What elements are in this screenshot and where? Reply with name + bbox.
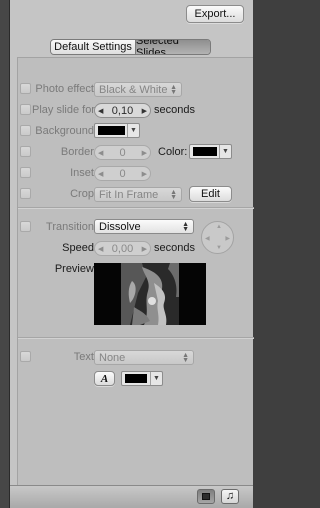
- decrement-arrow-icon[interactable]: ◀: [98, 245, 103, 253]
- speed-value: 0,00: [111, 242, 134, 255]
- increment-arrow-icon[interactable]: ▶: [142, 245, 147, 253]
- increment-arrow-icon[interactable]: ▶: [142, 107, 147, 115]
- border-stepper[interactable]: ◀ 0 ▶: [94, 145, 151, 160]
- transition-value: Dissolve: [99, 220, 141, 233]
- text-checkbox[interactable]: [20, 351, 31, 362]
- border-value: 0: [119, 146, 126, 159]
- speed-label: Speed:: [62, 242, 97, 254]
- border-color-label: Color:: [158, 146, 188, 158]
- music-button[interactable]: ♫: [221, 489, 239, 504]
- music-note-icon: ♫: [225, 490, 235, 502]
- crop-label: Crop:: [70, 188, 97, 200]
- crop-value: Fit In Frame: [99, 188, 159, 201]
- increment-arrow-icon[interactable]: ▶: [142, 170, 147, 178]
- tab-default-settings[interactable]: Default Settings: [51, 40, 136, 54]
- text-popup[interactable]: None ▲ ▼: [94, 350, 194, 365]
- background-checkbox[interactable]: [20, 125, 31, 136]
- text-color-swatch: [125, 374, 147, 383]
- transition-direction-control[interactable]: ▲ ▼ ◀ ▶: [201, 221, 234, 254]
- transition-popup[interactable]: Dissolve ▲ ▼: [94, 219, 194, 234]
- transition-preview-image: [94, 263, 206, 325]
- border-color-well[interactable]: ▼: [189, 144, 232, 159]
- increment-arrow-icon[interactable]: ▶: [142, 149, 147, 157]
- photo-effect-label: Photo effect:: [35, 83, 97, 95]
- speed-stepper[interactable]: ◀ 0,00 ▶: [94, 241, 151, 256]
- section-divider: [18, 207, 254, 208]
- play-slide-value: 0,10: [111, 104, 134, 117]
- chevron-down-icon[interactable]: ▼: [127, 124, 139, 137]
- arrow-left-icon[interactable]: ◀: [205, 235, 210, 242]
- background-label: Background:: [35, 125, 97, 137]
- background-color-well[interactable]: ▼: [94, 123, 140, 138]
- popup-arrows-icon: ▲ ▼: [182, 221, 189, 233]
- photo-effect-popup[interactable]: Black & White ▲ ▼: [94, 82, 182, 97]
- background-color-swatch: [98, 126, 125, 135]
- inset-stepper[interactable]: ◀ 0 ▶: [94, 166, 151, 181]
- slide-settings-panel: Photo effect: Black & White ▲ ▼ Play slid…: [17, 57, 254, 485]
- decrement-arrow-icon[interactable]: ◀: [98, 107, 103, 115]
- play-slide-unit: seconds: [154, 104, 195, 116]
- section-divider: [18, 337, 254, 338]
- text-color-well[interactable]: ▼: [121, 371, 163, 386]
- text-value: None: [99, 351, 126, 364]
- text-label: Text:: [73, 351, 97, 363]
- left-side-strip: [0, 0, 10, 508]
- photo-effect-value: Black & White: [99, 83, 168, 96]
- play-slide-checkbox[interactable]: [20, 104, 31, 115]
- bottom-toolbar: ♫: [10, 485, 253, 508]
- inset-label: Inset:: [70, 167, 97, 179]
- popup-arrows-icon: ▲ ▼: [170, 84, 177, 96]
- arrow-down-icon[interactable]: ▼: [216, 245, 222, 251]
- arrow-right-icon[interactable]: ▶: [225, 235, 230, 242]
- decrement-arrow-icon[interactable]: ◀: [98, 149, 103, 157]
- arrow-up-icon[interactable]: ▲: [216, 224, 222, 230]
- export-button[interactable]: Export...: [186, 5, 244, 23]
- inspector-pane: Export... Default Settings Selected Slid…: [10, 0, 254, 485]
- preview-label: Preview:: [54, 263, 97, 275]
- crop-checkbox[interactable]: [20, 188, 31, 199]
- preview-photo: [94, 263, 206, 325]
- crop-popup[interactable]: Fit In Frame ▲ ▼: [94, 187, 182, 202]
- transition-label: Transition:: [46, 221, 97, 233]
- border-color-swatch: [193, 147, 217, 156]
- inset-value: 0: [119, 167, 126, 180]
- speed-unit: seconds: [154, 242, 195, 254]
- chevron-down-icon[interactable]: ▼: [150, 372, 162, 385]
- play-slide-stepper[interactable]: ◀ 0,10 ▶: [94, 103, 151, 118]
- popup-arrows-icon: ▲ ▼: [170, 189, 177, 201]
- chevron-down-icon[interactable]: ▼: [219, 145, 231, 158]
- settings-scope-segmented-control: Default Settings Selected Slides: [50, 39, 211, 55]
- tab-selected-slides[interactable]: Selected Slides: [136, 40, 210, 54]
- border-checkbox[interactable]: [20, 146, 31, 157]
- crop-edit-button[interactable]: Edit: [189, 186, 232, 202]
- popup-arrows-icon: ▲ ▼: [182, 352, 189, 364]
- inset-checkbox[interactable]: [20, 167, 31, 178]
- slide-view-icon: [202, 493, 210, 500]
- play-slide-label: Play slide for:: [32, 104, 99, 116]
- slide-view-button[interactable]: [197, 489, 215, 504]
- border-label: Border:: [60, 146, 97, 158]
- transition-checkbox[interactable]: [20, 221, 31, 232]
- font-button[interactable]: A: [94, 371, 115, 386]
- decrement-arrow-icon[interactable]: ◀: [98, 170, 103, 178]
- photo-effect-checkbox[interactable]: [20, 83, 31, 94]
